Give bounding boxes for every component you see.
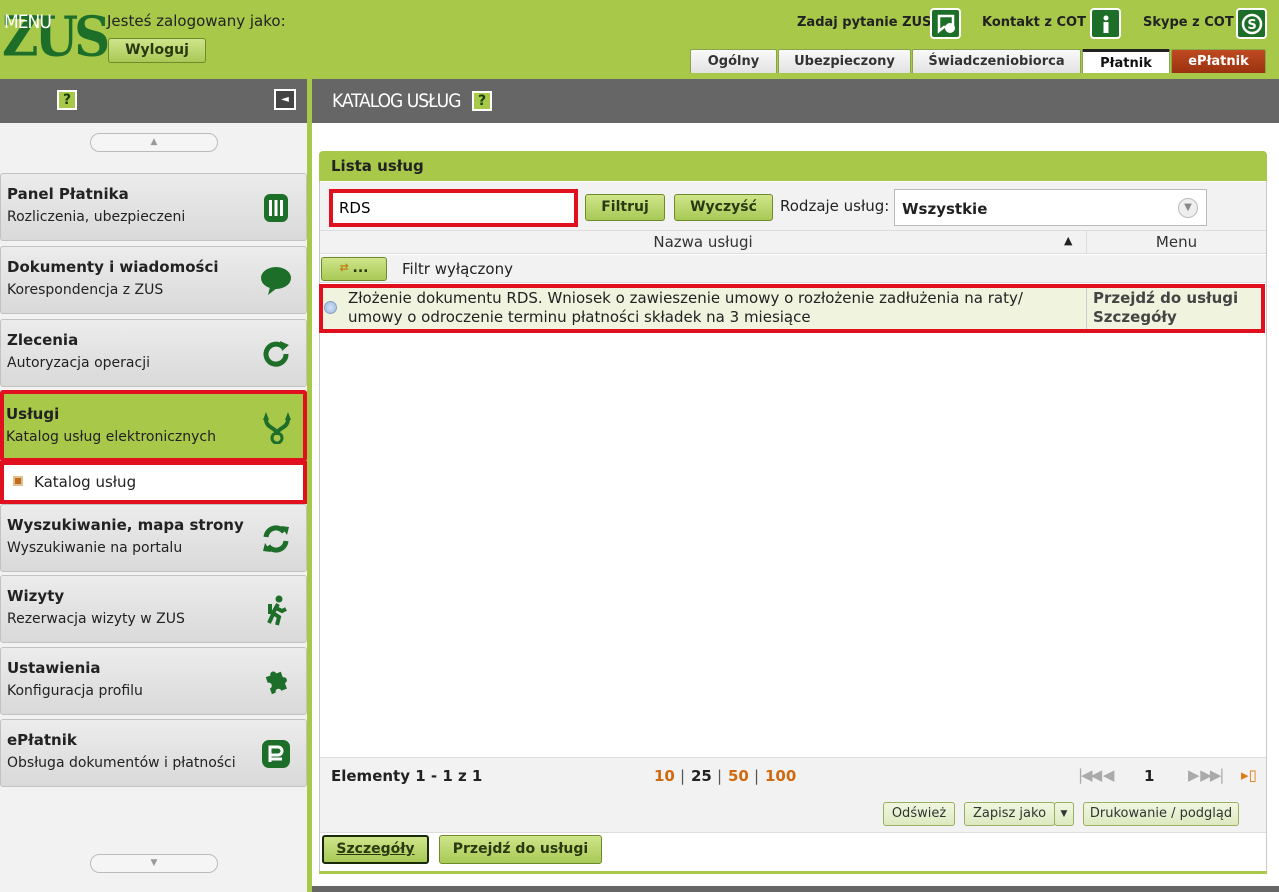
menu-scroll-down[interactable]: ▼ [90,854,218,873]
pager-export-icon[interactable]: ▸▯ [1241,766,1257,784]
page-size-100[interactable]: 100 [765,767,796,785]
column-header-menu: Menu [1155,233,1198,251]
save-as-button[interactable]: Zapisz jako [964,802,1055,826]
ask-zus-link[interactable]: Zadaj pytanie ZUS [797,15,931,30]
service-types-select[interactable]: Wszystkie [894,189,1207,226]
next-last-page-icon[interactable]: ▶ ▶▶| [1188,766,1224,784]
menu-item-title: Wyszukiwanie, mapa strony [7,516,244,534]
menu-scroll-up[interactable]: ▲ [90,133,218,152]
tab-ubezpieczony[interactable]: Ubezpieczony [778,49,911,73]
grid-bottom-border [319,871,1267,874]
tab-platnik[interactable]: Płatnik [1082,49,1170,73]
menu-item-subtitle: Konfiguracja profilu [7,683,143,699]
details-button[interactable]: Szczegóły [322,835,429,864]
row-details-link[interactable]: Szczegóły [1093,308,1177,326]
skype-cot-link[interactable]: Skype z COT [1143,15,1234,30]
menu-item-subtitle: Autoryzacja operacji [7,355,150,371]
menu-header [0,79,307,123]
row-divider [1086,288,1087,329]
tab-eplatnik[interactable]: ePłatnik [1171,49,1266,73]
filter-status: Filtr wyłączony [402,260,513,278]
catalog-title: KATALOG USŁUG [332,90,461,112]
print-preview-button[interactable]: Drukowanie / podgląd [1083,802,1239,826]
first-prev-page-icon[interactable]: |◀◀ ◀ [1078,766,1114,784]
logged-in-label: Jesteś zalogowany jako: [107,12,286,30]
speech-bubble-icon [260,265,292,297]
menu-item-subtitle: Korespondencja z ZUS [7,282,164,298]
menu-item-subtitle: Obsługa dokumentów i płatności [7,755,236,771]
page-size-separator: | [717,767,723,785]
info-icon[interactable] [1090,8,1121,39]
menu-item-title: Usługi [6,405,60,423]
menu-item-title: ePłatnik [7,731,77,749]
refresh-icon [260,338,292,370]
refresh-button[interactable]: Odśwież [883,802,955,826]
logout-button[interactable]: Wyloguj [108,38,206,63]
menu-item-subtitle: Wyszukiwanie na portalu [7,540,183,556]
page-size-separator: | [754,767,760,785]
services-icon [261,410,293,445]
menu-help-icon[interactable]: ? [57,90,77,110]
grid-filter-button[interactable]: ⇄ ... [321,257,387,281]
list-title: Lista usług [331,157,424,175]
walking-person-icon [260,594,292,626]
submenu-label: Katalog usług [34,473,137,491]
menu-title: MENU [4,11,52,33]
skype-icon[interactable]: S [1236,8,1267,39]
menu-item-title: Dokumenty i wiadomości [7,258,219,276]
row-radio[interactable] [324,301,337,314]
chevron-down-icon[interactable]: ▼ [1178,198,1198,218]
submenu-bullet-icon [13,476,23,486]
collapse-menu-icon[interactable]: ◄ [274,89,296,110]
service-name: Złożenie dokumentu RDS. Wniosek o zawies… [348,289,1023,326]
menu-item-title: Panel Płatnika [7,185,129,203]
elements-count: Elementy 1 - 1 z 1 [331,767,483,785]
sync-icon [260,523,292,555]
menu-item-dokumenty[interactable]: Dokumenty i wiadomości Korespondencja z … [0,246,307,314]
go-to-service-button[interactable]: Przejdź do usługi [439,835,602,864]
filter-arrows-icon: ⇄ [339,261,353,274]
filter-button[interactable]: Filtruj [585,194,665,221]
clear-button[interactable]: Wyczyść [674,194,773,221]
panel-bottom-bar [312,886,1279,892]
menu-item-title: Zlecenia [7,331,79,349]
menu-item-ustawienia[interactable]: Ustawienia Konfiguracja profilu [0,647,307,715]
menu-item-title: Ustawienia [7,659,101,677]
save-as-dropdown-icon[interactable]: ▼ [1054,802,1074,826]
column-header-name[interactable]: Nazwa usługi [320,233,1086,251]
menu-item-subtitle: Rezerwacja wizyty w ZUS [7,611,185,627]
page-size-10[interactable]: 10 [654,767,675,785]
menu-item-uslugi[interactable]: Usługi Katalog usług elektronicznych [0,390,307,462]
service-types-label: Rodzaje usług: [780,197,890,215]
puzzle-icon [260,666,292,698]
menu-item-panel-platnika[interactable]: Panel Płatnika Rozliczenia, ubezpieczeni [0,173,307,241]
page-size-50[interactable]: 50 [728,767,749,785]
row-go-to-service-link[interactable]: Przejdź do usługi [1093,289,1238,307]
current-page: 1 [1144,767,1155,785]
menu-item-subtitle: Rozliczenia, ubezpieczeni [7,209,186,225]
tab-swiadczeniobiorca[interactable]: Świadczeniobiorca [912,49,1081,73]
list-title-bar [319,151,1267,181]
menu-item-zlecenia[interactable]: Zlecenia Autoryzacja operacji [0,319,307,387]
grid-filter-label: ... [352,260,369,276]
chat-question-icon[interactable] [930,8,961,39]
menu-item-eplatnik[interactable]: ePłatnik Obsługa dokumentów i płatności [0,719,307,787]
page-size-separator: | [680,767,686,785]
menu-item-wyszukiwanie[interactable]: Wyszukiwanie, mapa strony Wyszukiwanie n… [0,504,307,572]
catalog-help-icon[interactable]: ? [472,91,492,111]
svg-text:S: S [1247,18,1256,33]
search-input[interactable] [329,189,578,227]
menu-item-wizyty[interactable]: Wizyty Rezerwacja wizyty w ZUS [0,575,307,643]
panel-icon [260,192,292,224]
page-size-25[interactable]: 25 [691,767,712,785]
sort-ascending-icon[interactable]: ▲ [1064,234,1072,247]
menu-item-title: Wizyty [7,587,65,605]
tab-ogolny[interactable]: Ogólny [690,49,777,73]
contact-cot-link[interactable]: Kontakt z COT [982,15,1086,30]
menu-item-subtitle: Katalog usług elektronicznych [6,429,216,445]
epayer-icon [260,738,292,770]
